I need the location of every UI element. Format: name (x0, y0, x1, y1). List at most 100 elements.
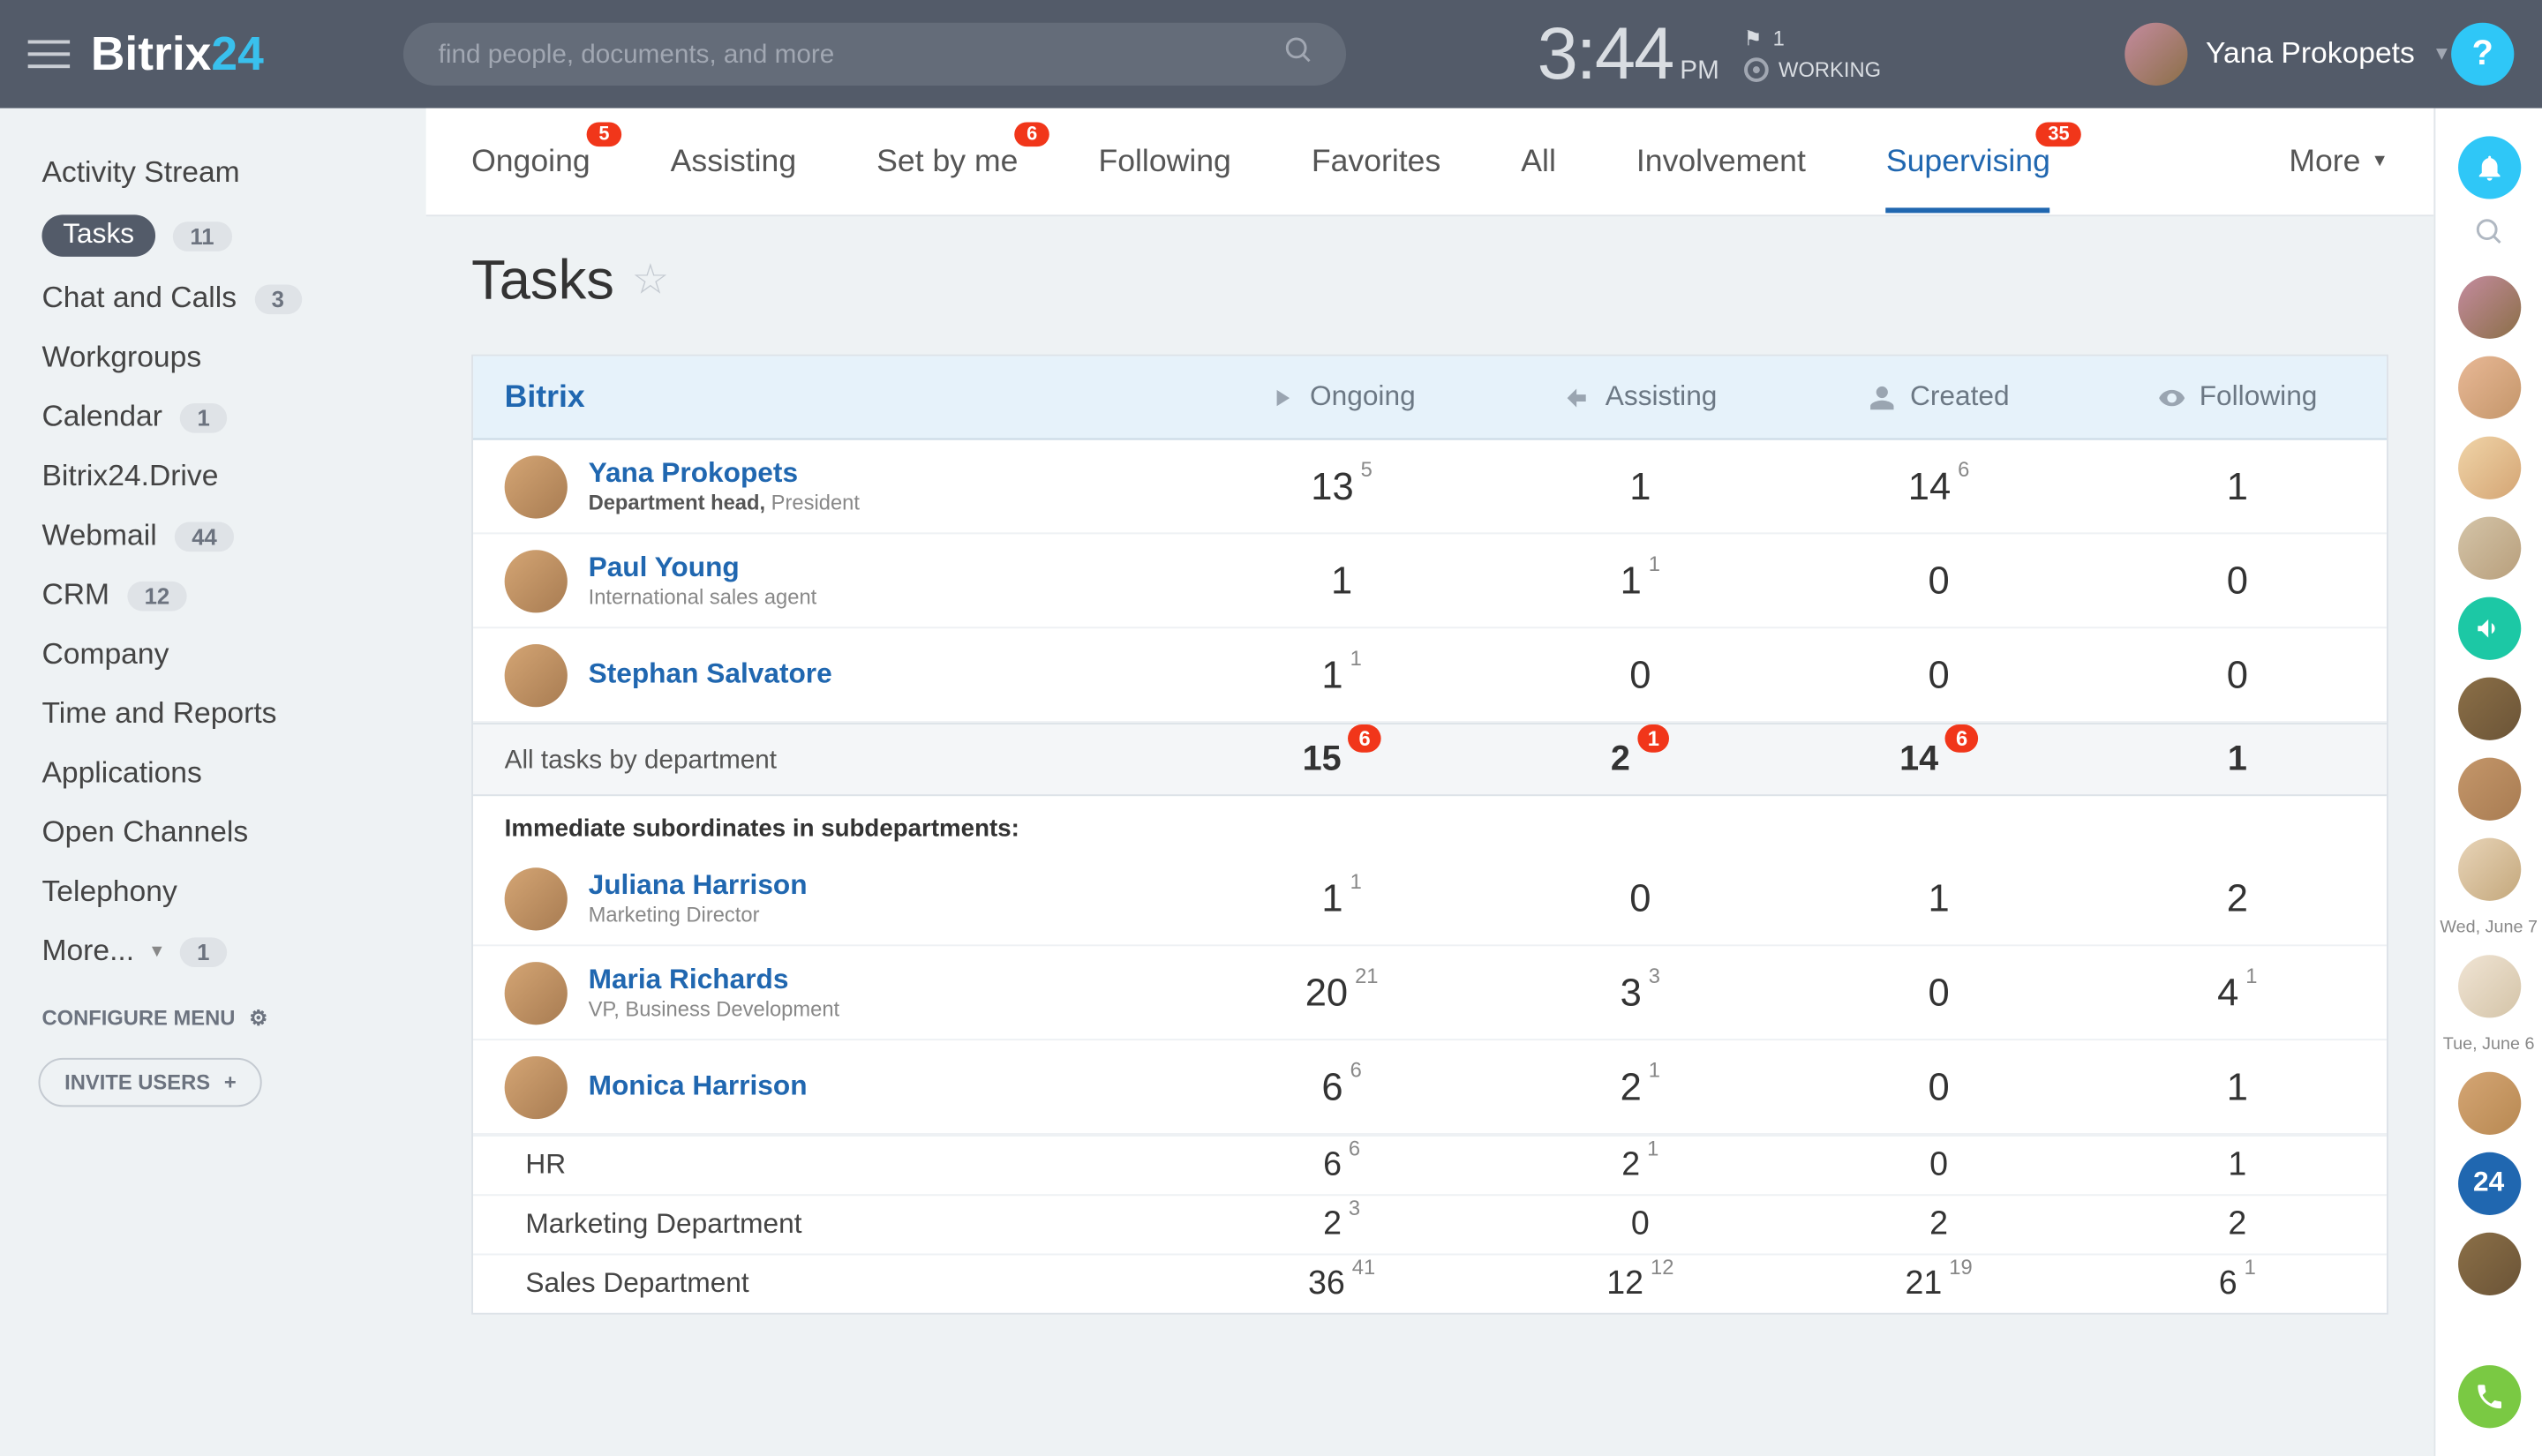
person-row[interactable]: Paul YoungInternational sales agent11100 (473, 534, 2387, 628)
subordinate-row[interactable]: Juliana HarrisonMarketing Director11012 (473, 852, 2387, 946)
task-count-cell: 0 (1789, 558, 2087, 603)
sidebar-item-applications[interactable]: Applications (0, 744, 426, 803)
contact-avatar[interactable] (2457, 1072, 2520, 1135)
department-row[interactable]: Sales Department36411212211961 (473, 1254, 2387, 1313)
person-name[interactable]: Maria Richards (589, 964, 840, 996)
rail-search-icon[interactable] (2473, 216, 2505, 258)
sidebar-item-telephony[interactable]: Telephony (0, 862, 426, 921)
logo[interactable]: Bitrix24 (91, 27, 264, 81)
person-name[interactable]: Monica Harrison (589, 1071, 808, 1103)
status-block[interactable]: ⚑1 WORKING (1743, 26, 1881, 82)
search-icon[interactable] (1283, 34, 1315, 75)
dept-name[interactable]: Sales Department (473, 1268, 1192, 1300)
department-row[interactable]: Marketing Department23022 (473, 1194, 2387, 1253)
task-count-cell: 11 (1491, 558, 1789, 603)
contact-avatar[interactable] (2457, 276, 2520, 339)
tab-favorites[interactable]: Favorites (1312, 112, 1440, 212)
subordinate-row[interactable]: Monica Harrison662101 (473, 1040, 2387, 1135)
tab-ongoing[interactable]: Ongoing5 (471, 112, 590, 212)
col-assisting[interactable]: Assisting (1491, 381, 1789, 413)
person-name[interactable]: Stephan Salvatore (589, 659, 832, 691)
notifications-icon[interactable] (2457, 136, 2520, 199)
task-count-cell: 21 (1491, 1146, 1789, 1185)
user-menu[interactable]: Yana Prokopets ▼ (2125, 23, 2451, 86)
tab-set-by-me[interactable]: Set by me6 (876, 112, 1018, 212)
sidebar: Activity StreamTasks11Chat and Calls3Wor… (0, 109, 426, 1456)
contact-avatar[interactable] (2457, 517, 2520, 580)
task-count-cell: 2119 (1789, 1265, 2087, 1303)
contact-avatar[interactable] (2457, 758, 2520, 821)
sidebar-item-open-channels[interactable]: Open Channels (0, 803, 426, 862)
main-content: Ongoing5 Assisting Set by me6 Following Favo… (426, 109, 2434, 1456)
person-name[interactable]: Juliana Harrison (589, 870, 808, 902)
sidebar-item-chat-and-calls[interactable]: Chat and Calls3 (0, 269, 426, 328)
contact-avatar[interactable] (2457, 955, 2520, 1017)
global-search[interactable] (403, 23, 1346, 86)
col-created[interactable]: Created (1789, 381, 2087, 413)
avatar (505, 454, 568, 517)
task-count-cell: 11 (1192, 652, 1491, 697)
task-count-cell: 146 (1789, 463, 2087, 508)
sidebar-item-crm[interactable]: CRM12 (0, 566, 426, 625)
sub-heading: Immediate subordinates in subdepartments… (473, 796, 2387, 852)
sidebar-more[interactable]: More...▼1 (0, 922, 426, 981)
task-count-cell: 66 (1192, 1064, 1491, 1109)
search-input[interactable] (439, 40, 1312, 70)
sidebar-item-activity-stream[interactable]: Activity Stream (0, 143, 426, 202)
avatar (505, 549, 568, 612)
sidebar-item-company[interactable]: Company (0, 625, 426, 684)
person-row[interactable]: Yana ProkopetsDepartment head, President… (473, 440, 2387, 535)
org-name[interactable]: Bitrix (473, 379, 1192, 416)
contact-avatar[interactable] (2457, 838, 2520, 901)
tab-supervising[interactable]: Supervising35 (1886, 112, 2050, 212)
clock: 3:44 PM (1538, 12, 1719, 96)
star-icon[interactable]: ☆ (632, 255, 670, 305)
task-count-cell: 1 (2088, 463, 2387, 508)
task-tabs: Ongoing5 Assisting Set by me6 Following Favo… (426, 109, 2434, 217)
tab-more[interactable]: More▼ (2289, 143, 2388, 180)
person-row[interactable]: Stephan Salvatore11000 (473, 628, 2387, 723)
person-name[interactable]: Paul Young (589, 552, 817, 584)
contact-avatar[interactable] (2457, 1233, 2520, 1295)
flag-icon: ⚑ (1743, 26, 1762, 51)
phone-icon[interactable] (2457, 1365, 2520, 1428)
sidebar-item-webmail[interactable]: Webmail44 (0, 507, 426, 566)
avatar (2125, 23, 2188, 86)
configure-menu[interactable]: CONFIGURE MENU⚙ (0, 981, 426, 1047)
subordinate-row[interactable]: Maria RichardsVP, Business Development20… (473, 946, 2387, 1040)
sidebar-item-tasks[interactable]: Tasks11 (0, 202, 426, 268)
col-following[interactable]: Following (2088, 381, 2387, 413)
megaphone-icon[interactable] (2457, 597, 2520, 660)
avatar (505, 643, 568, 706)
sidebar-item-workgroups[interactable]: Workgroups (0, 328, 426, 387)
sidebar-item-calendar[interactable]: Calendar1 (0, 387, 426, 447)
task-count-cell: 2 (2088, 875, 2387, 920)
invite-users-button[interactable]: INVITE USERS+ (39, 1058, 263, 1107)
contact-avatar[interactable] (2457, 678, 2520, 740)
help-button[interactable]: ? (2451, 23, 2514, 86)
working-icon (1743, 57, 1768, 82)
tab-involvement[interactable]: Involvement (1636, 112, 1806, 212)
tab-assisting[interactable]: Assisting (671, 112, 796, 212)
contact-avatar[interactable] (2457, 437, 2520, 499)
col-ongoing[interactable]: Ongoing (1192, 381, 1491, 413)
task-count-cell: 21 (1491, 1064, 1789, 1109)
sidebar-item-bitrix24-drive[interactable]: Bitrix24.Drive (0, 447, 426, 506)
sidebar-item-time-and-reports[interactable]: Time and Reports (0, 685, 426, 744)
tab-all[interactable]: All (1521, 112, 1556, 212)
task-count-cell: 1212 (1491, 1265, 1789, 1303)
bitrix24-icon[interactable]: 24 (2457, 1152, 2520, 1215)
dept-name[interactable]: HR (473, 1150, 1192, 1182)
page-title: Tasks (471, 248, 614, 312)
avatar (505, 961, 568, 1024)
task-count-cell: 61 (2088, 1265, 2387, 1303)
tab-following[interactable]: Following (1098, 112, 1230, 212)
dept-name[interactable]: Marketing Department (473, 1209, 1192, 1241)
task-count-cell: 0 (1491, 875, 1789, 920)
department-row[interactable]: HR662101 (473, 1135, 2387, 1194)
task-count-cell: 0 (1789, 970, 2087, 1015)
person-name[interactable]: Yana Prokopets (589, 458, 860, 490)
contact-avatar[interactable] (2457, 356, 2520, 419)
task-count-cell: 1 (1491, 463, 1789, 508)
menu-icon[interactable] (28, 41, 70, 69)
